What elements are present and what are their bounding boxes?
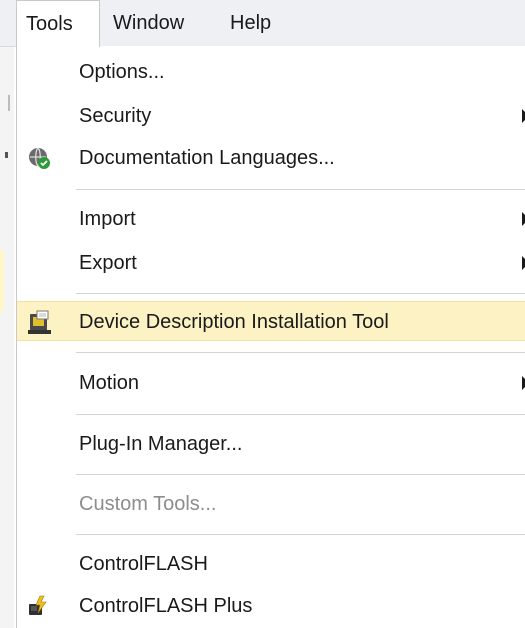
globe-check-icon [27,146,51,170]
menu-separator [76,414,525,415]
tools-dropdown-menu: Options... Security Documentation Langua… [16,46,525,628]
menu-separator [76,352,525,353]
background-highlight [0,250,4,312]
menu-separator [76,189,525,190]
menu-help[interactable]: Help [230,0,271,46]
menu-item-controlflash[interactable]: ControlFLASH [17,544,525,584]
menu-item-controlflash-plus[interactable]: ControlFLASH Plus [17,586,525,626]
menu-item-plugin-manager-label: Plug-In Manager... [79,433,243,455]
menu-item-custom-tools-label: Custom Tools... [79,493,217,515]
menu-item-plugin-manager[interactable]: Plug-In Manager... [17,424,525,464]
menu-item-export[interactable]: Export [17,243,525,283]
menu-item-options[interactable]: Options... [17,52,525,92]
menu-item-controlflash-label: ControlFLASH [79,553,208,575]
menu-item-security-label: Security [79,105,152,127]
menu-item-motion[interactable]: Motion [17,363,525,403]
menu-item-export-label: Export [79,252,137,274]
background-window-edge [0,47,14,628]
menu-item-documentation-languages-label: Documentation Languages... [79,147,335,169]
menu-separator [76,474,525,475]
device-install-icon [27,309,51,334]
background-divider [8,95,10,111]
menu-item-device-description-installation-tool[interactable]: Device Description Installation Tool [17,301,525,341]
menu-item-documentation-languages[interactable]: Documentation Languages... [17,138,525,178]
menu-item-import[interactable]: Import [17,199,525,239]
menu-item-security[interactable]: Security [17,96,525,136]
menu-item-custom-tools: Custom Tools... [17,484,525,524]
menu-separator [76,534,525,535]
menu-window[interactable]: Window [113,0,184,46]
menu-item-motion-label: Motion [79,372,140,394]
background-mark [5,152,8,158]
menu-tools[interactable]: Tools [16,0,100,47]
menu-item-controlflash-plus-label: ControlFLASH Plus [79,595,253,617]
menu-item-options-label: Options... [79,61,165,83]
menu-separator [76,293,525,294]
menu-item-import-label: Import [79,208,136,230]
menu-item-device-description-installation-tool-label: Device Description Installation Tool [79,311,389,333]
menu-bar: Tools Window Help [0,0,525,47]
flash-chip-icon [27,594,51,618]
